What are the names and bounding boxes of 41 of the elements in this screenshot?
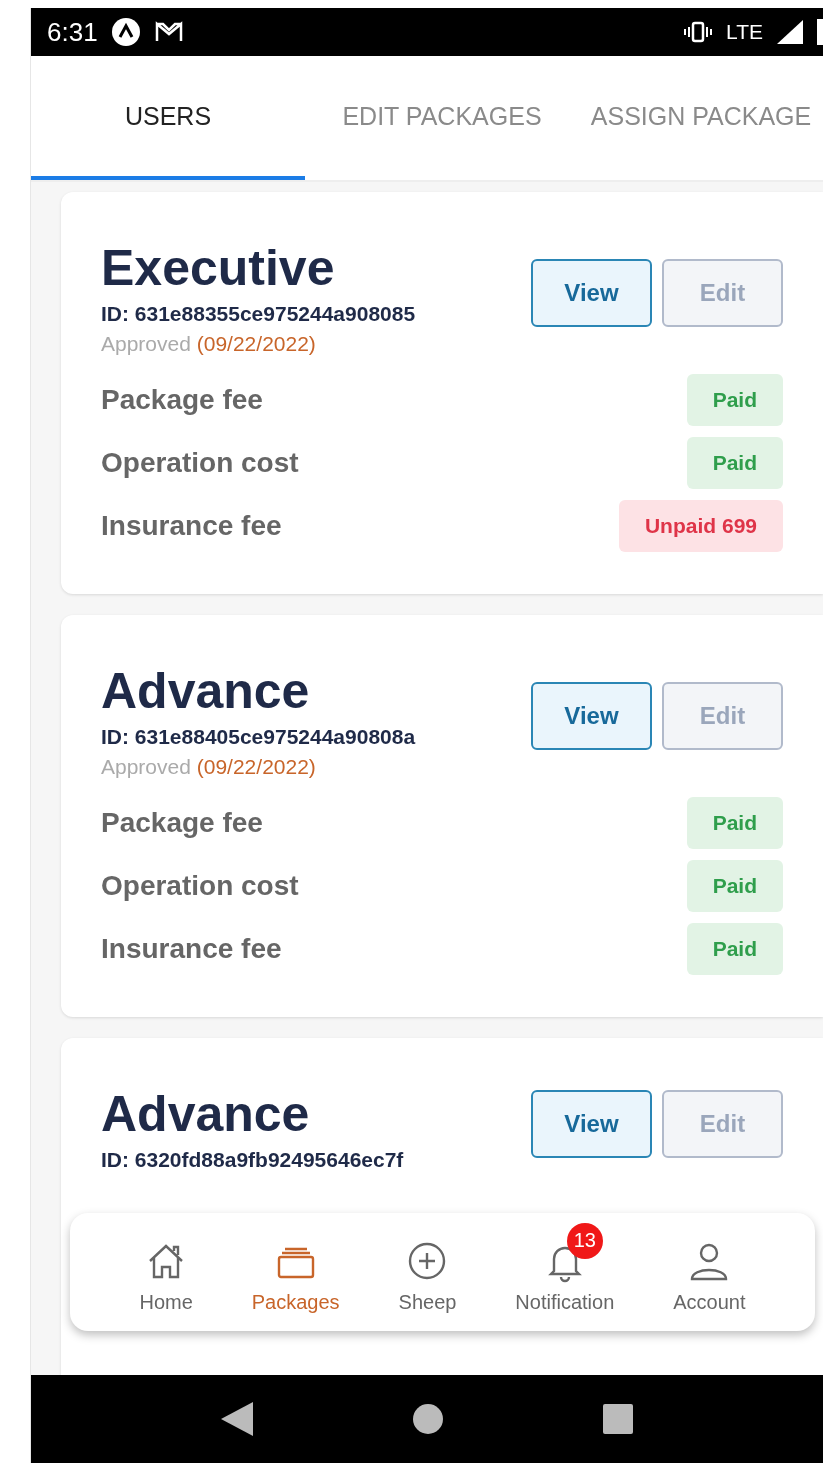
- view-button[interactable]: View: [531, 1090, 652, 1158]
- mail-icon: [153, 20, 184, 44]
- recents-icon[interactable]: [603, 1404, 634, 1434]
- nav-item[interactable]: Account: [673, 1222, 746, 1314]
- status-badge: Paid: [686, 437, 783, 489]
- fee-label: Operation cost: [101, 447, 299, 479]
- package-id: ID: 631e88405ce975244a90808a: [101, 725, 416, 749]
- view-button[interactable]: View: [531, 682, 652, 750]
- package-title: Advance: [101, 663, 311, 719]
- approval-status: Approved (09/22/2022): [101, 755, 317, 779]
- app-notification-icon: [111, 18, 140, 46]
- signal-icon: [777, 20, 803, 44]
- fee-label: Operation cost: [101, 870, 299, 902]
- fee-label: Insurance fee: [101, 510, 282, 542]
- status-badge: Paid: [686, 374, 783, 426]
- status-badge: Paid: [686, 860, 783, 912]
- approval-status: Approved (09/22/2022): [101, 332, 317, 356]
- fee-label: Insurance fee: [101, 933, 282, 965]
- package-id: ID: 631e88355ce975244a908085: [101, 302, 416, 326]
- package-title: Executive: [101, 240, 336, 296]
- home-circle-icon[interactable]: [412, 1403, 444, 1435]
- package-id: ID: 6320fd88a9fb92495646ec7f: [101, 1148, 404, 1172]
- nav-item[interactable]: Packages: [251, 1222, 340, 1314]
- tab[interactable]: ASSIGN PACKAGE: [579, 56, 823, 180]
- notification-count: 13: [566, 1222, 603, 1259]
- battery-icon: [817, 19, 823, 45]
- fee-label: Package fee: [101, 384, 263, 416]
- nav-item[interactable]: Sheep: [398, 1222, 457, 1314]
- nav-item[interactable]: Notification 13: [515, 1222, 615, 1314]
- status-badge: Paid: [686, 923, 783, 975]
- status-time: 6:31: [47, 16, 98, 48]
- view-button[interactable]: View: [531, 259, 652, 327]
- vibrate-icon: [684, 21, 713, 43]
- tab[interactable]: EDIT PACKAGES: [305, 56, 579, 180]
- nav-item[interactable]: Home: [139, 1222, 193, 1314]
- network-type: LTE: [726, 20, 763, 44]
- status-badge: Paid: [686, 797, 783, 849]
- back-icon[interactable]: [220, 1402, 253, 1436]
- status-badge: Unpaid 699: [618, 500, 783, 552]
- fee-label: Package fee: [101, 807, 263, 839]
- package-title: Advance: [101, 1086, 311, 1142]
